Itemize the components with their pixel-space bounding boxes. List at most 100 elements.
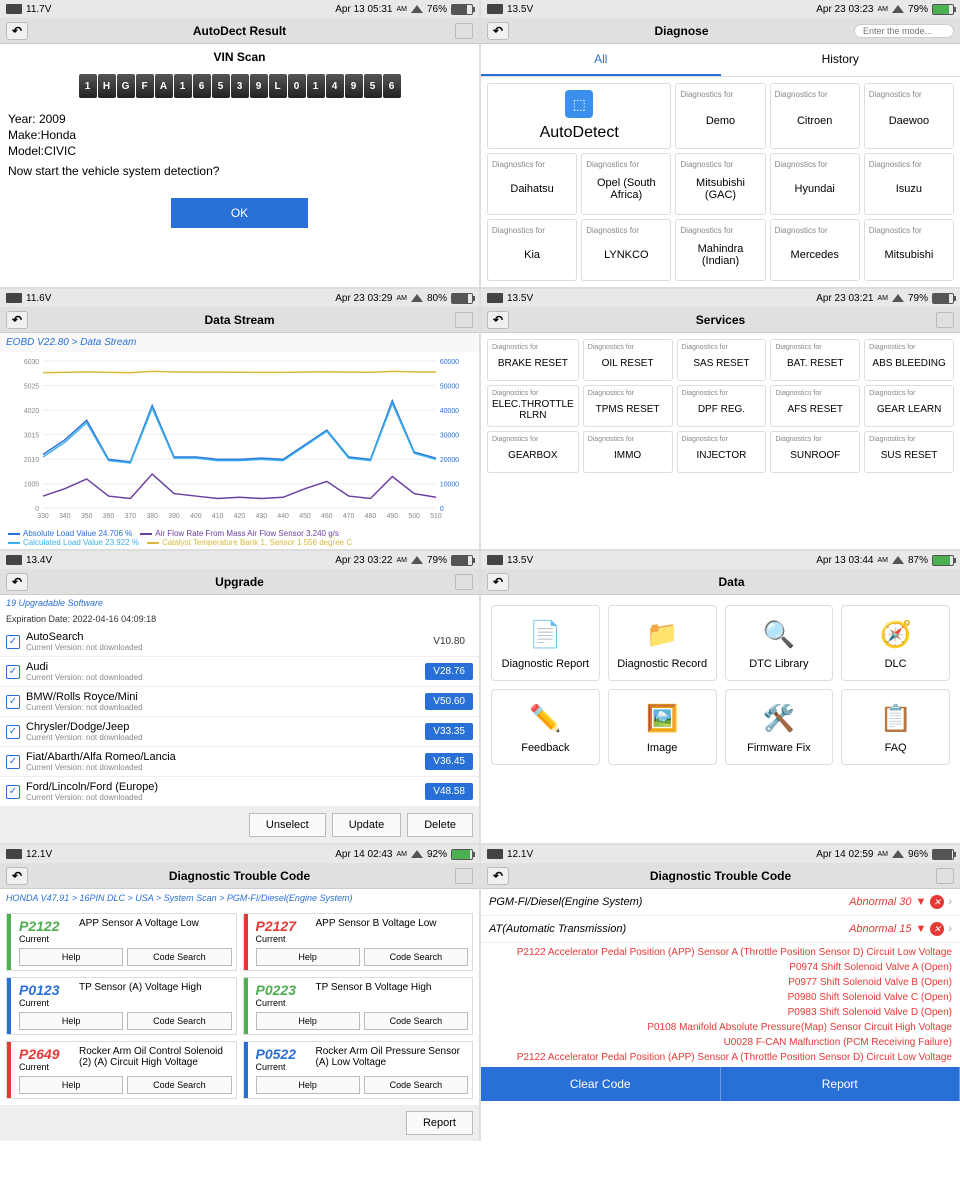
- help-button[interactable]: Help: [19, 1076, 123, 1094]
- data-card[interactable]: 📋FAQ: [841, 689, 950, 765]
- ok-button[interactable]: OK: [171, 198, 308, 228]
- upgrade-row[interactable]: ✓Fiat/Abarth/Alfa Romeo/LanciaCurrent Ve…: [0, 747, 479, 777]
- service-card[interactable]: Diagnostics forBRAKE RESET: [487, 339, 579, 381]
- upgrade-row[interactable]: ✓AudiCurrent Version: not downloadedV28.…: [0, 657, 479, 687]
- data-card[interactable]: 🧭DLC: [841, 605, 950, 681]
- help-button[interactable]: Help: [256, 1012, 360, 1030]
- back-button[interactable]: ↶: [487, 22, 509, 40]
- brand-card[interactable]: Diagnostics forLYNKCO: [581, 219, 671, 281]
- report-button[interactable]: Report: [406, 1111, 473, 1135]
- help-button[interactable]: Help: [19, 1012, 123, 1030]
- data-card[interactable]: 📁Diagnostic Record: [608, 605, 717, 681]
- service-card[interactable]: Diagnostics forGEAR LEARN: [864, 385, 954, 427]
- service-card[interactable]: Diagnostics forAFS RESET: [770, 385, 860, 427]
- brand-card[interactable]: Diagnostics forCitroen: [770, 83, 860, 149]
- service-card[interactable]: Diagnostics forINJECTOR: [677, 431, 767, 473]
- service-card[interactable]: Diagnostics forSUS RESET: [864, 431, 954, 473]
- data-card[interactable]: 📄Diagnostic Report: [491, 605, 600, 681]
- help-button[interactable]: Help: [256, 1076, 360, 1094]
- brand-card[interactable]: Diagnostics forHyundai: [770, 153, 860, 215]
- upgrade-row[interactable]: ✓Ford/Lincoln/Ford (Europe)Current Versi…: [0, 777, 479, 807]
- tab-all[interactable]: All: [481, 44, 721, 76]
- back-button[interactable]: ↶: [6, 22, 28, 40]
- data-card[interactable]: 🔍DTC Library: [725, 605, 834, 681]
- service-card[interactable]: Diagnostics forELEC.THROTTLE RLRN: [487, 385, 579, 427]
- checkbox[interactable]: ✓: [6, 725, 20, 739]
- brand-card[interactable]: Diagnostics forOpel (South Africa): [581, 153, 671, 215]
- data-card[interactable]: 🖼️Image: [608, 689, 717, 765]
- upgrade-row[interactable]: ✓AutoSearchCurrent Version: not download…: [0, 627, 479, 657]
- svg-text:350: 350: [81, 513, 93, 520]
- close-icon[interactable]: ✕: [930, 922, 944, 936]
- code-search-button[interactable]: Code Search: [364, 1076, 468, 1094]
- card-icon: 🔍: [761, 616, 797, 652]
- report-button[interactable]: Report: [721, 1067, 960, 1101]
- back-button[interactable]: ↶: [487, 573, 509, 591]
- checkbox[interactable]: ✓: [6, 635, 20, 649]
- upgrade-row[interactable]: ✓BMW/Rolls Royce/MiniCurrent Version: no…: [0, 687, 479, 717]
- action-icon[interactable]: [455, 312, 473, 328]
- service-card[interactable]: Diagnostics forTPMS RESET: [583, 385, 673, 427]
- wifi-icon: [411, 850, 423, 858]
- clear-code-button[interactable]: Clear Code: [481, 1067, 721, 1101]
- close-icon[interactable]: ✕: [930, 895, 944, 909]
- dtc-card: P0223CurrentTP Sensor B Voltage HighHelp…: [243, 977, 474, 1035]
- search-input[interactable]: [854, 24, 954, 38]
- service-card[interactable]: Diagnostics forSUNROOF: [770, 431, 860, 473]
- data-card[interactable]: ✏️Feedback: [491, 689, 600, 765]
- service-card[interactable]: Diagnostics forABS BLEEDING: [864, 339, 954, 381]
- tab-history[interactable]: History: [721, 44, 960, 76]
- service-card[interactable]: Diagnostics forDPF REG.: [677, 385, 767, 427]
- checkbox[interactable]: ✓: [6, 785, 20, 799]
- autodetect-card[interactable]: ⬚ AutoDetect: [487, 83, 671, 149]
- brand-card[interactable]: Diagnostics forMercedes: [770, 219, 860, 281]
- bottom-buttons: Clear Code Report: [481, 1067, 960, 1101]
- code-search-button[interactable]: Code Search: [364, 1012, 468, 1030]
- service-card[interactable]: Diagnostics forOIL RESET: [583, 339, 673, 381]
- checkbox[interactable]: ✓: [6, 695, 20, 709]
- service-card[interactable]: Diagnostics forBAT. RESET: [770, 339, 860, 381]
- checkbox[interactable]: ✓: [6, 755, 20, 769]
- service-card[interactable]: Diagnostics forGEARBOX: [487, 431, 579, 473]
- action-icon[interactable]: [936, 312, 954, 328]
- service-card[interactable]: Diagnostics forSAS RESET: [677, 339, 767, 381]
- upgrade-row[interactable]: ✓Chrysler/Dodge/JeepCurrent Version: not…: [0, 717, 479, 747]
- back-button[interactable]: ↶: [6, 867, 28, 885]
- brand-card[interactable]: Diagnostics forDaihatsu: [487, 153, 577, 215]
- action-icon[interactable]: [455, 574, 473, 590]
- system-row[interactable]: AT(Automatic Transmission)Abnormal 15 ▼✕…: [481, 916, 960, 943]
- wifi-icon: [892, 294, 904, 302]
- help-button[interactable]: Help: [19, 948, 123, 966]
- brand-card[interactable]: Diagnostics forMitsubishi: [864, 219, 954, 281]
- action-icon[interactable]: [936, 868, 954, 884]
- dtc-line: P0974 Shift Solenoid Valve A (Open): [489, 960, 952, 975]
- back-button[interactable]: ↶: [487, 867, 509, 885]
- system-row[interactable]: PGM-FI/Diesel(Engine System)Abnormal 30 …: [481, 889, 960, 916]
- code-search-button[interactable]: Code Search: [364, 948, 468, 966]
- checkbox[interactable]: ✓: [6, 665, 20, 679]
- brand-card[interactable]: Diagnostics forMahindra (Indian): [675, 219, 765, 281]
- update-button[interactable]: Update: [332, 813, 401, 837]
- svg-text:500: 500: [408, 513, 420, 520]
- code-search-button[interactable]: Code Search: [127, 1012, 231, 1030]
- back-button[interactable]: ↶: [6, 573, 28, 591]
- code-search-button[interactable]: Code Search: [127, 1076, 231, 1094]
- brand-card[interactable]: Diagnostics forDaewoo: [864, 83, 954, 149]
- unselect-button[interactable]: Unselect: [249, 813, 326, 837]
- delete-button[interactable]: Delete: [407, 813, 473, 837]
- back-button[interactable]: ↶: [6, 311, 28, 329]
- code-search-button[interactable]: Code Search: [127, 948, 231, 966]
- brand-card[interactable]: Diagnostics forMitsubishi (GAC): [675, 153, 765, 215]
- action-icon[interactable]: [455, 868, 473, 884]
- svg-text:4020: 4020: [24, 408, 39, 415]
- brand-card[interactable]: Diagnostics forDemo: [675, 83, 765, 149]
- dtc-code: P2122: [19, 918, 75, 934]
- brand-card[interactable]: Diagnostics forIsuzu: [864, 153, 954, 215]
- action-icon[interactable]: [455, 23, 473, 39]
- back-button[interactable]: ↶: [487, 311, 509, 329]
- help-button[interactable]: Help: [256, 948, 360, 966]
- version-badge: V36.45: [425, 753, 473, 770]
- data-card[interactable]: 🛠️Firmware Fix: [725, 689, 834, 765]
- brand-card[interactable]: Diagnostics forKia: [487, 219, 577, 281]
- service-card[interactable]: Diagnostics forIMMO: [583, 431, 673, 473]
